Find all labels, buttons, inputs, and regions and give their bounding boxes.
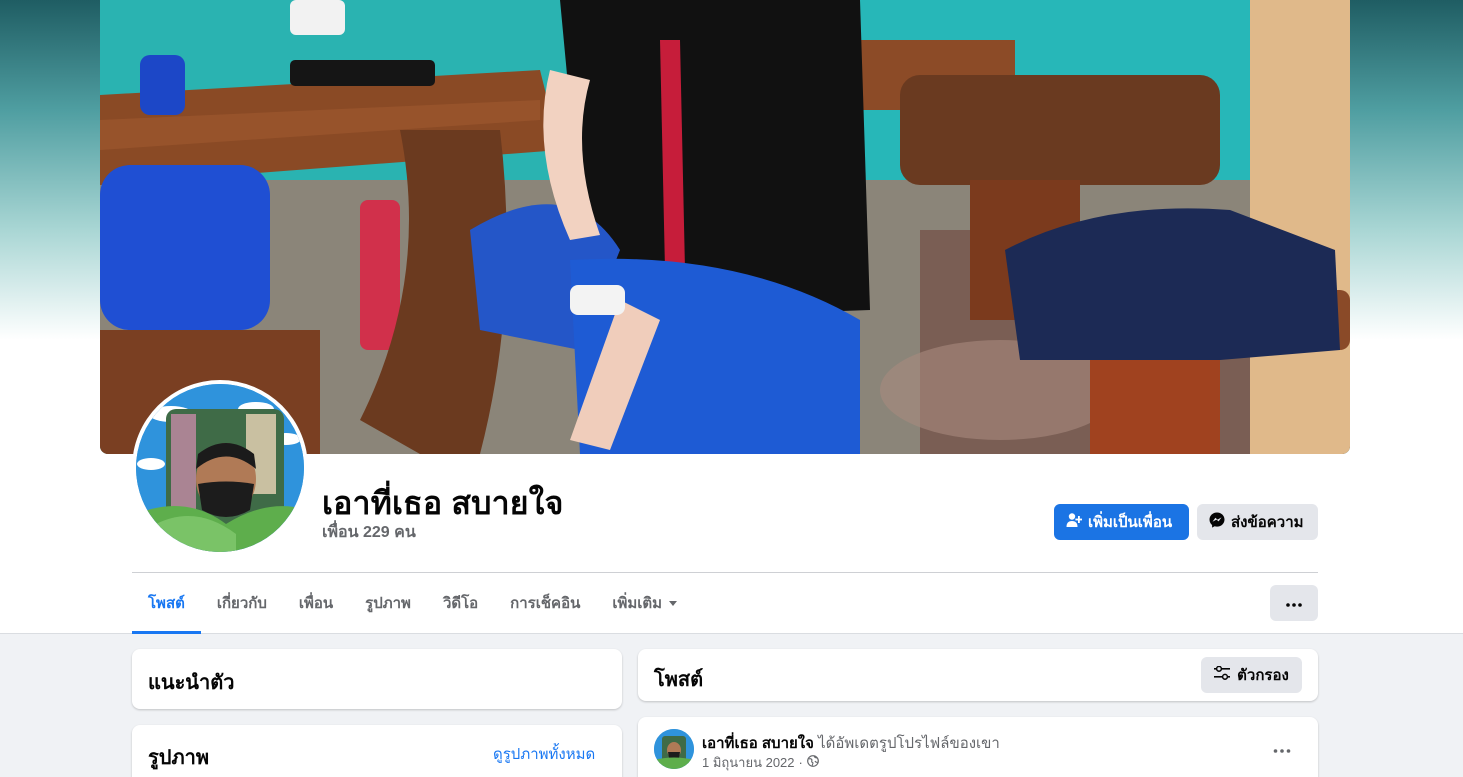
caret-down-icon — [668, 595, 678, 612]
post-author-avatar[interactable] — [654, 729, 694, 769]
message-label: ส่งข้อความ — [1231, 514, 1304, 531]
posts-header-card: โพสต์ ตัวกรอง — [638, 649, 1318, 701]
photos-card: รูปภาพ ดูรูปภาพทั้งหมด — [132, 725, 622, 777]
post-meta: 1 มิถุนายน 2022 · — [702, 752, 819, 773]
tab-friends[interactable]: เพื่อน — [283, 573, 349, 633]
ellipsis-icon — [1286, 594, 1302, 612]
tab-more[interactable]: เพิ่มเติม — [596, 573, 694, 633]
post-card: เอาที่เธอ สบายใจ ได้อัพเดตรูปโปรไฟล์ของเ… — [638, 717, 1318, 777]
post-author-name[interactable]: เอาที่เธอ สบายใจ — [702, 735, 814, 752]
see-all-photos-link[interactable]: ดูรูปภาพทั้งหมด — [493, 742, 595, 766]
post-options-button[interactable] — [1264, 731, 1300, 767]
person-plus-icon — [1066, 512, 1083, 532]
cover-photo[interactable] — [100, 0, 1350, 454]
posts-title: โพสต์ — [654, 669, 704, 691]
profile-tabs: โพสต์ เกี่ยวกับ เพื่อน รูปภาพ วิดีโอ การ… — [132, 573, 694, 634]
friend-count[interactable]: เพื่อน 229 คน — [322, 520, 416, 545]
globe-icon — [806, 755, 819, 770]
post-action-text: ได้อัพเดตรูปโปรไฟล์ของเขา — [818, 735, 1000, 752]
add-friend-button[interactable]: เพิ่มเป็นเพื่อน — [1054, 504, 1189, 540]
message-button[interactable]: ส่งข้อความ — [1197, 504, 1318, 540]
profile-more-button[interactable] — [1270, 585, 1318, 621]
profile-picture[interactable] — [132, 380, 308, 556]
tab-label: การเช็คอิน — [510, 595, 581, 612]
tab-posts[interactable]: โพสต์ — [132, 573, 201, 634]
tab-label: เพื่อน — [298, 595, 334, 612]
filter-label: ตัวกรอง — [1237, 667, 1289, 684]
tab-videos[interactable]: วิดีโอ — [427, 573, 494, 633]
tab-about[interactable]: เกี่ยวกับ — [201, 573, 283, 633]
tab-check-ins[interactable]: การเช็คอิน — [494, 573, 596, 633]
tab-label: รูปภาพ — [365, 595, 411, 612]
ellipsis-icon — [1273, 740, 1291, 758]
sliders-icon — [1214, 665, 1231, 684]
tab-label: เพิ่มเติม — [612, 595, 663, 612]
tab-label: วิดีโอ — [442, 595, 479, 612]
messenger-icon — [1209, 512, 1225, 532]
filter-button[interactable]: ตัวกรอง — [1201, 657, 1302, 693]
intro-card: แนะนำตัว — [132, 649, 622, 709]
add-friend-label: เพิ่มเป็นเพื่อน — [1088, 514, 1173, 531]
meta-separator: · — [798, 755, 803, 770]
intro-title: แนะนำตัว — [148, 672, 235, 694]
post-date[interactable]: 1 มิถุนายน 2022 — [702, 752, 795, 773]
photos-title: รูปภาพ — [148, 747, 210, 769]
tab-label: โพสต์ — [148, 595, 185, 612]
tab-photos[interactable]: รูปภาพ — [349, 573, 427, 633]
tab-label: เกี่ยวกับ — [216, 595, 267, 612]
